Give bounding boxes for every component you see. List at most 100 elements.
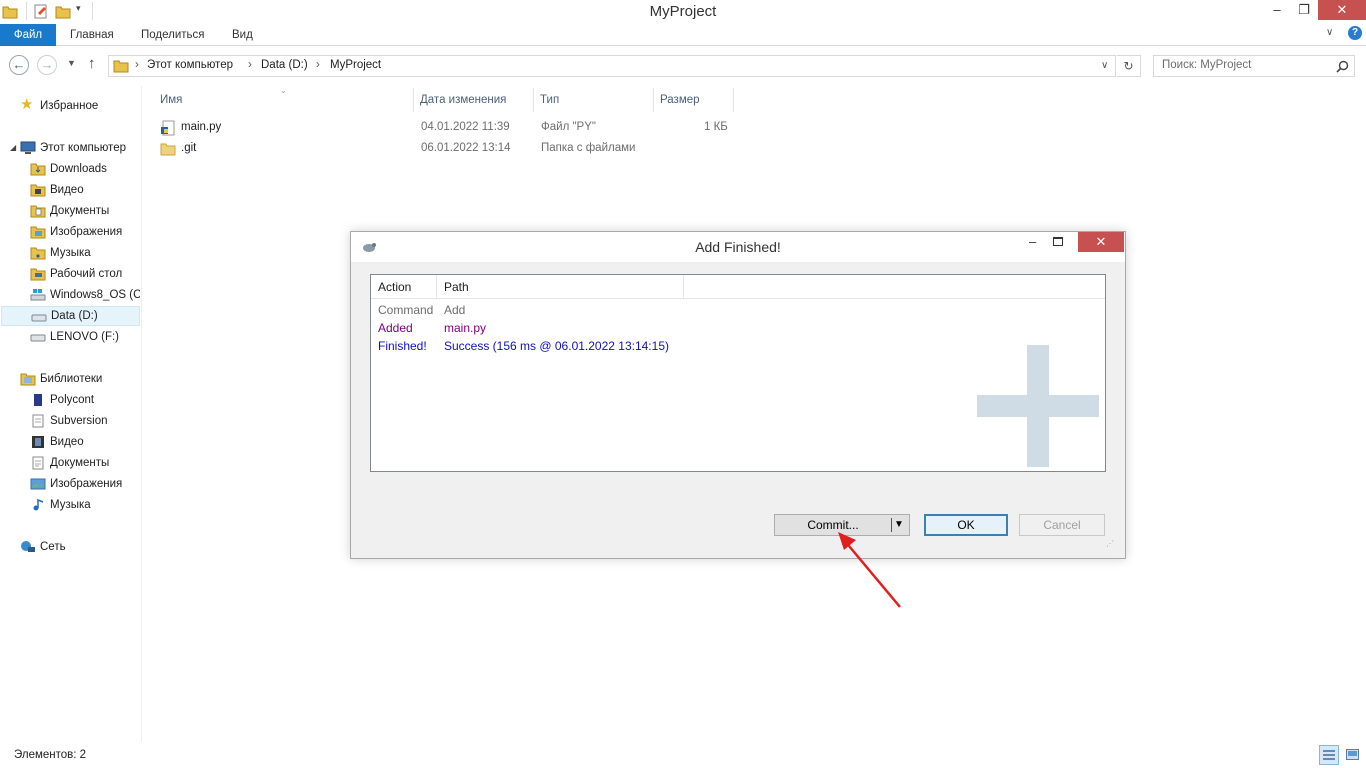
add-finished-dialog: Add Finished! – ✕ Action Path Command Ad…	[350, 231, 1126, 559]
dialog-title: Add Finished!	[695, 239, 781, 255]
column-header-date[interactable]: Дата изменения	[414, 88, 534, 112]
recent-locations-icon[interactable]: ▼	[67, 58, 76, 68]
music-folder-icon	[30, 247, 46, 260]
computer-icon	[20, 141, 36, 154]
status-bar: Элементов: 2	[0, 742, 1366, 768]
nav-item-downloads[interactable]: Downloads	[30, 159, 140, 179]
tab-file[interactable]: Файл	[0, 24, 56, 46]
picture-icon	[30, 478, 46, 490]
up-arrow-icon[interactable]: ↑	[88, 55, 96, 72]
documents-folder-icon	[30, 205, 46, 218]
breadcrumb-separator-icon: ›	[135, 59, 139, 71]
annotation-arrow-icon	[838, 532, 901, 608]
nav-library-music[interactable]: Музыка	[30, 495, 140, 515]
nav-library-polycont[interactable]: Polycont	[30, 390, 140, 410]
folder-icon	[160, 143, 176, 156]
breadcrumb-myproject[interactable]: MyProject	[330, 59, 381, 71]
dialog-title-bar: Add Finished! – ✕	[351, 232, 1125, 262]
search-input[interactable]: Поиск: MyProject	[1153, 55, 1355, 77]
maximize-button[interactable]: ❐	[1290, 0, 1318, 22]
column-header-size[interactable]: Размер	[654, 88, 734, 112]
nav-item-lenovo-f[interactable]: LENOVO (F:)	[30, 327, 140, 347]
dialog-maximize-button[interactable]	[1053, 237, 1063, 246]
details-view-icon[interactable]	[1319, 745, 1339, 765]
column-header-type[interactable]: Тип	[534, 88, 654, 112]
ribbon-tabs: Файл Главная Поделиться Вид ∨ ?	[0, 24, 1366, 46]
path-cell: Add	[444, 303, 466, 317]
address-dropdown-icon[interactable]: ∨	[1101, 60, 1108, 71]
pictures-folder-icon	[30, 226, 46, 239]
help-icon[interactable]: ?	[1348, 26, 1362, 40]
breadcrumb-this-pc[interactable]: Этот компьютер	[147, 59, 233, 71]
search-placeholder: Поиск: MyProject	[1162, 59, 1252, 71]
file-date: 06.01.2022 13:14	[421, 142, 511, 154]
library-item-icon	[32, 414, 44, 428]
action-list[interactable]: Action Path Command Add Added main.py Fi…	[370, 274, 1106, 472]
document-icon	[32, 456, 44, 470]
nav-network[interactable]: Сеть	[20, 537, 140, 557]
dialog-close-button[interactable]: ✕	[1078, 232, 1124, 252]
nav-libraries[interactable]: Библиотеки	[20, 369, 140, 389]
path-cell: main.py	[444, 321, 487, 335]
forward-button[interactable]: →	[37, 55, 57, 75]
column-header-action[interactable]: Action	[371, 275, 437, 299]
window-title: MyProject	[649, 3, 717, 20]
nav-item-windows8-os[interactable]: Windows8_OS (C	[30, 285, 140, 305]
nav-this-pc[interactable]: Этот компьютер	[20, 138, 140, 158]
breadcrumb-data-d[interactable]: Data (D:)	[261, 59, 308, 71]
file-name: main.py	[181, 121, 222, 133]
refresh-button[interactable]: ↻	[1117, 55, 1141, 77]
close-button[interactable]: ✕	[1318, 0, 1366, 20]
file-type: Файл "PY"	[541, 121, 596, 133]
address-bar[interactable]: › Этот компьютер › Data (D:) › MyProject…	[108, 55, 1116, 77]
drive-icon	[30, 334, 46, 342]
navigation-bar: ← → ▼ ↑ › Этот компьютер › Data (D:) › M…	[0, 47, 1366, 85]
search-icon	[1336, 60, 1349, 73]
tab-share[interactable]: Поделиться	[129, 24, 217, 46]
back-button[interactable]: ←	[9, 55, 29, 75]
breadcrumb-separator-icon: ›	[248, 59, 252, 71]
file-row[interactable]: main.py 04.01.2022 11:39 Файл "PY" 1 КБ	[158, 118, 738, 139]
nav-library-subversion[interactable]: Subversion	[30, 411, 140, 431]
cancel-button[interactable]: Cancel	[1019, 514, 1105, 536]
file-name: .git	[181, 142, 197, 154]
breadcrumb-separator-icon: ›	[316, 59, 320, 71]
path-cell: Success (156 ms @ 06.01.2022 13:14:15)	[444, 339, 669, 353]
file-type: Папка с файлами	[541, 142, 636, 154]
column-header-path[interactable]: Path	[437, 275, 684, 299]
star-icon: ★	[20, 96, 34, 113]
network-icon	[21, 541, 35, 552]
list-item[interactable]: Added main.py	[371, 319, 1105, 337]
minimize-button[interactable]: –	[1262, 0, 1292, 22]
window-title-bar: ▾ MyProject – ❐ ✕	[0, 0, 1366, 24]
nav-library-documents[interactable]: Документы	[30, 453, 140, 473]
film-icon	[32, 436, 44, 448]
nav-item-data-d[interactable]: Data (D:)	[1, 306, 140, 326]
file-row[interactable]: .git 06.01.2022 13:14 Папка с файлами	[158, 139, 738, 160]
nav-favorites[interactable]: ★ Избранное	[20, 96, 140, 116]
items-count: Элементов: 2	[14, 749, 87, 761]
nav-item-videos[interactable]: Видео	[30, 180, 140, 200]
column-header-filler	[684, 275, 1105, 299]
expand-arrow-icon[interactable]: ◢	[10, 143, 16, 152]
python-file-icon	[161, 120, 175, 136]
nav-item-music[interactable]: Музыка	[30, 243, 140, 263]
dialog-minimize-button[interactable]: –	[1029, 234, 1036, 249]
libraries-icon	[20, 373, 36, 386]
library-item-icon	[34, 394, 42, 406]
large-icons-view-icon[interactable]	[1343, 745, 1363, 765]
nav-library-pictures[interactable]: Изображения	[30, 474, 140, 494]
nav-item-documents[interactable]: Документы	[30, 201, 140, 221]
action-cell: Added	[378, 321, 413, 335]
nav-item-pictures[interactable]: Изображения	[30, 222, 140, 242]
list-item[interactable]: Command Add	[371, 301, 1105, 319]
tab-home[interactable]: Главная	[58, 24, 126, 46]
nav-item-desktop[interactable]: Рабочий стол	[30, 264, 140, 284]
resize-grip-icon[interactable]: ⋰	[1106, 540, 1114, 548]
navigation-pane: ★ Избранное ◢ Этот компьютер Downloads В…	[0, 86, 142, 742]
nav-library-videos[interactable]: Видео	[30, 432, 140, 452]
action-cell: Command	[378, 303, 434, 317]
ok-button[interactable]: OK	[924, 514, 1008, 536]
tab-view[interactable]: Вид	[220, 24, 265, 46]
ribbon-expand-icon[interactable]: ∨	[1326, 27, 1333, 38]
